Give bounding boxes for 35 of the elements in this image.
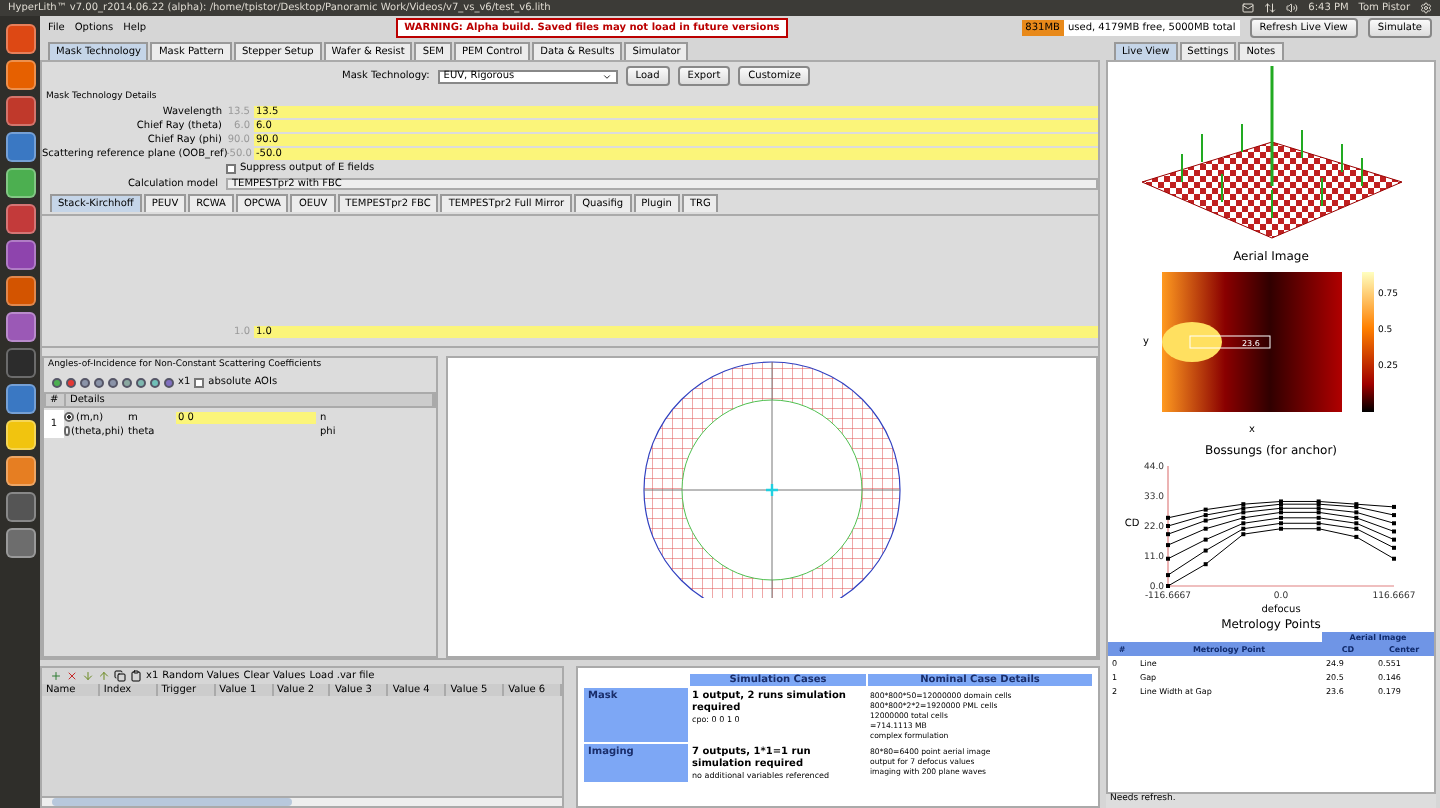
launcher-app-icon[interactable] <box>5 312 35 342</box>
launcher-app-icon[interactable] <box>5 276 35 306</box>
radio-button[interactable] <box>64 426 70 436</box>
launcher-app-icon[interactable] <box>5 420 35 450</box>
data-point <box>1203 548 1208 553</box>
data-point <box>1203 562 1208 567</box>
checkbox[interactable] <box>226 163 236 173</box>
paste-icon[interactable] <box>130 670 142 682</box>
launcher-app-icon[interactable] <box>5 96 35 126</box>
copy-icon[interactable] <box>114 670 126 682</box>
data-point <box>1354 534 1359 539</box>
launcher-app-icon[interactable] <box>5 492 35 522</box>
launcher-app-icon[interactable] <box>5 24 35 54</box>
launcher-app-icon[interactable] <box>5 60 35 90</box>
launcher-app-icon[interactable] <box>5 204 35 234</box>
colorbar <box>1361 272 1373 412</box>
launcher-app-icon[interactable] <box>5 168 35 198</box>
network-icon[interactable] <box>1264 2 1277 14</box>
scrollbar-thumb[interactable] <box>52 798 292 806</box>
mail-icon[interactable] <box>1242 2 1255 14</box>
add-icon[interactable] <box>50 670 62 682</box>
volume-icon[interactable] <box>1286 2 1299 14</box>
remove-icon[interactable] <box>66 670 78 682</box>
launcher-app-icon[interactable] <box>5 528 35 558</box>
launcher-app-icon[interactable] <box>5 132 35 162</box>
y-axis <box>1167 465 1169 587</box>
radio-button[interactable] <box>64 412 74 422</box>
data-point <box>1203 537 1208 542</box>
launcher-app-icon[interactable] <box>5 384 35 414</box>
dropdown-caret-icon[interactable] <box>601 71 612 81</box>
launcher-app-icon[interactable] <box>5 456 35 486</box>
checkbox[interactable] <box>194 377 205 387</box>
settings-icon[interactable] <box>1420 2 1432 14</box>
data-point <box>1203 526 1208 531</box>
launcher-app-icon[interactable] <box>5 240 35 270</box>
